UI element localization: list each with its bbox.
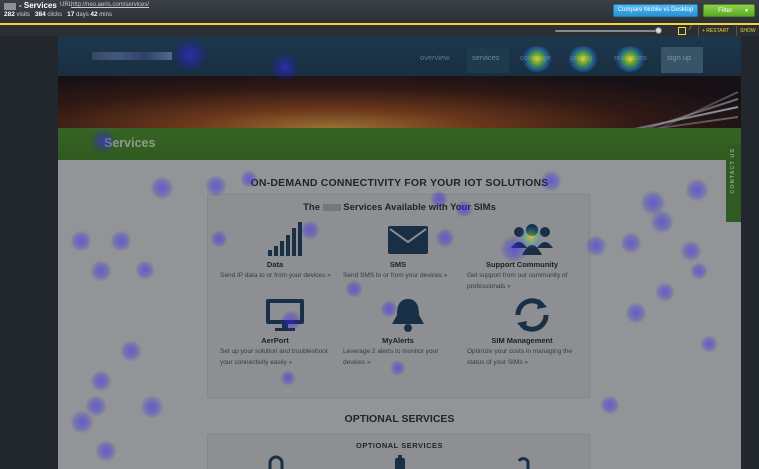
filter-button[interactable]: Filter ▼ <box>703 4 755 17</box>
mins-count: 42 <box>90 11 98 18</box>
opacity-slider-handle[interactable] <box>655 27 662 34</box>
days-count: 17 <box>67 11 75 18</box>
chevron-down-icon: ▼ <box>744 8 749 14</box>
analytics-topbar: - Services URL http://neo.aeris.com/serv… <box>0 0 759 23</box>
stats-summary: 282 visits 384 clicks 17 days 42 mins <box>4 11 112 18</box>
mins-label: mins <box>99 12 112 18</box>
screenshot-icon[interactable] <box>678 27 686 35</box>
clicks-count: 384 <box>34 11 46 18</box>
filter-button-label: Filter <box>718 7 733 14</box>
opacity-slider-track[interactable] <box>555 30 660 32</box>
clicks-label: clicks <box>47 12 63 18</box>
heatmap-dim-overlay <box>0 36 759 469</box>
page-url-link[interactable]: http://neo.aeris.com/services/ <box>71 2 149 8</box>
visits-count: 282 <box>4 11 15 18</box>
show-button[interactable]: SHOW <box>736 26 759 36</box>
compare-mobile-desktop-button[interactable]: Compare Mobile vs Desktop <box>613 4 698 17</box>
visits-label: visits <box>16 12 30 18</box>
page-favicon-icon <box>4 3 16 10</box>
days-label: days <box>76 12 89 18</box>
page-title: - Services <box>19 1 57 10</box>
pin-icon[interactable]: ⁄ <box>690 26 691 32</box>
heatmap-viewer: - Services URL http://neo.aeris.com/serv… <box>0 0 759 469</box>
restart-button[interactable]: + RESTART <box>698 26 734 36</box>
heatmap-toolbar: ⁄ + RESTART SHOW <box>0 23 759 36</box>
